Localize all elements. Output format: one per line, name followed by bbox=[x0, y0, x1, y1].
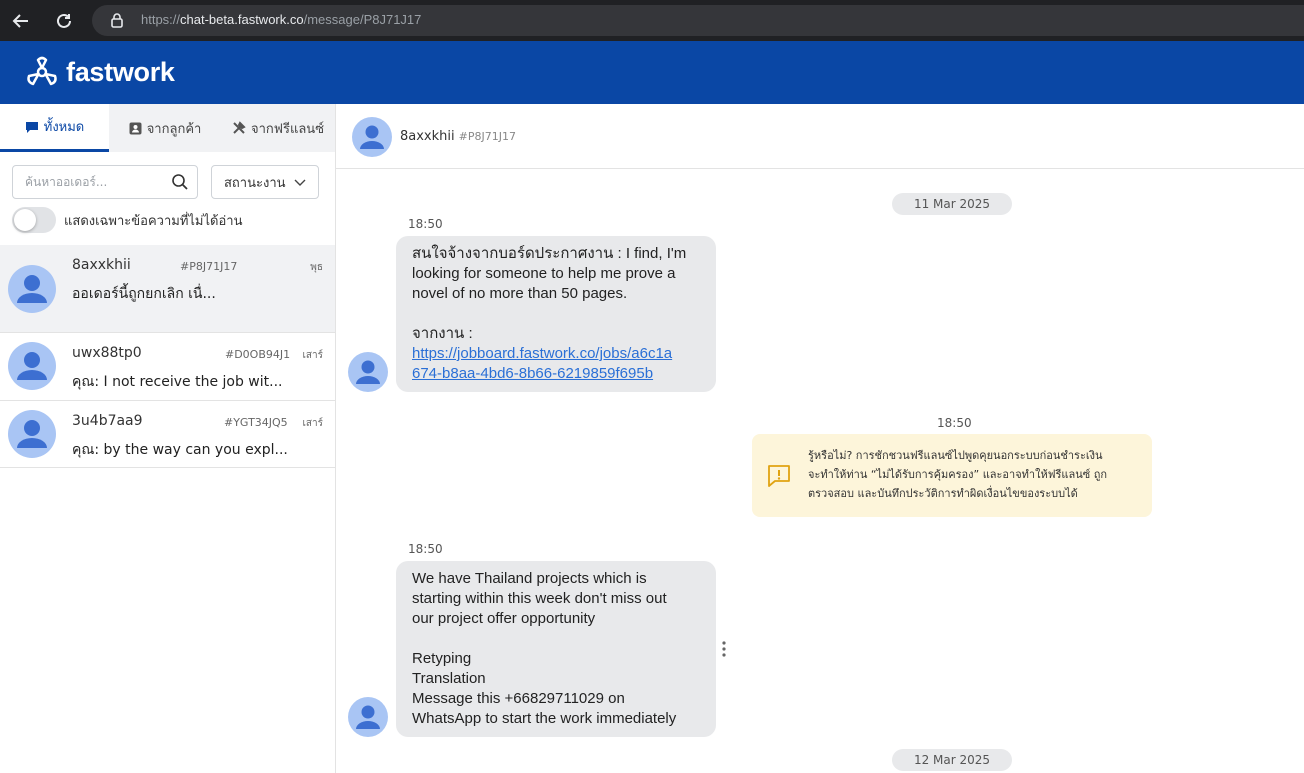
unread-only-toggle[interactable] bbox=[12, 207, 56, 233]
fastwork-logo[interactable]: fastwork bbox=[25, 56, 175, 88]
browser-toolbar: https://chat-beta.fastwork.co/message/P8… bbox=[0, 0, 1304, 41]
logo-text: fastwork bbox=[66, 56, 175, 87]
chat-partner-name: 8axxkhii #P8J71J17 bbox=[400, 129, 516, 144]
partner-name: 8axxkhii bbox=[400, 129, 455, 144]
conversation-list: 8axxkhii #P8J71J17 พุธ ออเดอร์นี้ถูกยกเล… bbox=[0, 245, 335, 468]
date-separator: 12 Mar 2025 bbox=[892, 749, 1012, 771]
fastwork-logo-icon bbox=[27, 56, 57, 86]
tab-from-freelancer[interactable]: จากฟรีแลนซ์ bbox=[221, 104, 335, 152]
order-code: #P8J71J17 bbox=[458, 130, 516, 143]
warning-icon bbox=[766, 463, 792, 493]
search-input[interactable] bbox=[13, 166, 163, 198]
conversation-day: พุธ bbox=[310, 262, 323, 273]
conversation-item[interactable]: uwx88tp0 #D0OB94J1 เสาร์ คุณ: I not rece… bbox=[0, 333, 335, 401]
order-code: #P8J71J17 bbox=[180, 260, 238, 273]
message-line: our project offer opportunity bbox=[412, 610, 596, 627]
chat-panel: 8axxkhii #P8J71J17 11 Mar 2025 18:50 สนใจ… bbox=[336, 104, 1304, 773]
message-bubble: สนใจจ้างจากบอร์ดประกาศงาน : I find, I'm … bbox=[396, 236, 716, 392]
avatar bbox=[348, 697, 388, 737]
avatar bbox=[348, 352, 388, 392]
message-time: 18:50 bbox=[937, 416, 972, 430]
date-separator: 11 Mar 2025 bbox=[892, 193, 1012, 215]
avatar bbox=[8, 342, 56, 390]
back-icon[interactable] bbox=[8, 8, 34, 34]
chat-header: 8axxkhii #P8J71J17 bbox=[336, 104, 1304, 169]
more-options-icon[interactable] bbox=[720, 640, 728, 662]
tab-from-customer-label: จากลูกค้า bbox=[146, 121, 202, 137]
job-link-part: https://jobboard.fastwork.co/jobs/a6c1a bbox=[412, 345, 673, 362]
warning-line: จะทำให้ท่าน “ไม่ได้รับการคุ้มครอง” และอา… bbox=[808, 468, 1108, 481]
job-link[interactable]: https://jobboard.fastwork.co/jobs/a6c1a bbox=[412, 344, 700, 364]
filter-tabs: ทั้งหมด จากลูกค้า จากฟรีแลนซ์ bbox=[0, 104, 335, 152]
status-dropdown[interactable]: สถานะงาน bbox=[211, 165, 319, 199]
job-link-continued[interactable]: 674-b8aa-4bd6-8b66-6219859f695b bbox=[412, 364, 700, 384]
address-bar[interactable]: https://chat-beta.fastwork.co/message/P8… bbox=[92, 5, 1304, 36]
avatar bbox=[8, 410, 56, 458]
message-spacer bbox=[412, 629, 700, 649]
toggle-knob bbox=[14, 209, 36, 231]
tab-from-customer[interactable]: จากลูกค้า bbox=[109, 104, 221, 152]
warning-text: รู้หรือไม่? การชักชวนฟรีแลนซ์ไปพูดคุยนอก… bbox=[808, 446, 1144, 503]
app-header: fastwork bbox=[0, 41, 1304, 104]
message-spacer bbox=[412, 304, 700, 324]
tab-from-freelancer-label: จากฟรีแลนซ์ bbox=[250, 121, 325, 137]
reload-icon[interactable] bbox=[51, 8, 77, 34]
avatar[interactable] bbox=[352, 117, 392, 157]
conversation-name: 8axxkhii bbox=[72, 257, 131, 273]
conversation-preview: ออเดอร์นี้ถูกยกเลิก เนื่... bbox=[72, 286, 216, 302]
system-warning: รู้หรือไม่? การชักชวนฟรีแลนซ์ไปพูดคุยนอก… bbox=[752, 434, 1152, 517]
chat-icon bbox=[25, 121, 38, 133]
unread-filter-row: แสดงเฉพาะข้อความที่ไม่ได้อ่าน bbox=[12, 207, 242, 233]
message-line: Translation bbox=[412, 670, 486, 687]
tools-icon bbox=[233, 121, 246, 134]
search-box bbox=[12, 165, 198, 199]
message-line: Message this +66829711029 on bbox=[412, 690, 625, 707]
conversation-day: เสาร์ bbox=[302, 418, 323, 429]
search-icon[interactable] bbox=[171, 173, 189, 195]
job-link-part: 674-b8aa-4bd6-8b66-6219859f695b bbox=[412, 365, 654, 382]
message-line: novel of no more than 50 pages. bbox=[412, 285, 628, 302]
message-bubble: We have Thailand projects which is start… bbox=[396, 561, 716, 737]
conversation-item[interactable]: 8axxkhii #P8J71J17 พุธ ออเดอร์นี้ถูกยกเล… bbox=[0, 245, 335, 333]
warning-line: รู้หรือไม่? การชักชวนฟรีแลนซ์ไปพูดคุยนอก… bbox=[808, 449, 1103, 462]
order-code: #D0OB94J1 bbox=[225, 348, 291, 361]
conversation-name: uwx88tp0 bbox=[72, 345, 142, 361]
message-time: 18:50 bbox=[408, 217, 443, 231]
tab-all[interactable]: ทั้งหมด bbox=[0, 104, 109, 152]
message-line: สนใจจ้างจากบอร์ดประกาศงาน : I find, I'm bbox=[412, 245, 687, 262]
contact-card-icon bbox=[129, 122, 142, 134]
lock-icon[interactable] bbox=[110, 12, 124, 32]
message-line: looking for someone to help me prove a bbox=[412, 265, 676, 282]
unread-only-label: แสดงเฉพาะข้อความที่ไม่ได้อ่าน bbox=[64, 213, 243, 229]
tab-all-label: ทั้งหมด bbox=[43, 120, 85, 135]
url-text: https://chat-beta.fastwork.co/message/P8… bbox=[141, 12, 422, 27]
conversation-preview: คุณ: by the way can you expl... bbox=[72, 442, 288, 458]
message-line: จากงาน : bbox=[412, 325, 473, 342]
message-line: We have Thailand projects which is bbox=[412, 570, 647, 587]
conversation-preview: คุณ: I not receive the job wit... bbox=[72, 374, 283, 390]
avatar bbox=[8, 265, 56, 313]
message-time: 18:50 bbox=[408, 542, 443, 556]
status-dropdown-value: สถานะงาน bbox=[224, 175, 286, 191]
warning-line: ตรวจสอบ และบันทึกประวัติการทำผิดเงื่อนไข… bbox=[808, 487, 1078, 500]
chevron-down-icon bbox=[294, 176, 306, 192]
message-line: WhatsApp to start the work immediately bbox=[412, 710, 677, 727]
conversation-sidebar: ทั้งหมด จากลูกค้า จากฟรีแลนซ์ สถานะงาน แ… bbox=[0, 104, 336, 773]
conversation-item[interactable]: 3u4b7aa9 #YGT34JQ5 เสาร์ คุณ: by the way… bbox=[0, 401, 335, 468]
conversation-name: 3u4b7aa9 bbox=[72, 413, 143, 429]
message-line: Retyping bbox=[412, 650, 472, 667]
message-line: starting within this week don't miss out bbox=[412, 590, 667, 607]
conversation-day: เสาร์ bbox=[302, 350, 323, 361]
order-code: #YGT34JQ5 bbox=[224, 416, 288, 429]
